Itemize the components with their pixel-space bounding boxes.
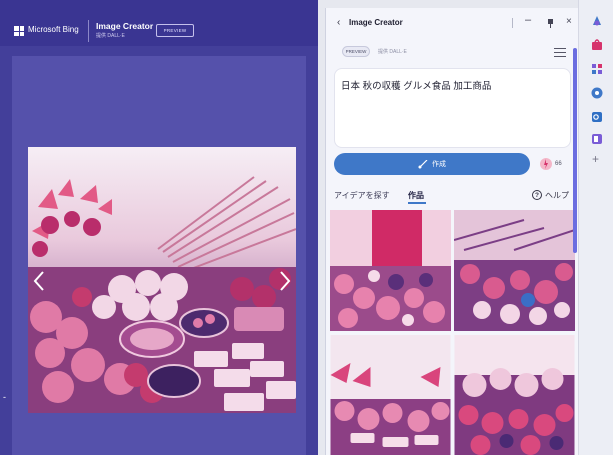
copilot-icon[interactable] — [590, 14, 604, 28]
brush-icon — [418, 159, 428, 168]
active-tab-indicator — [408, 202, 426, 204]
chevron-right-icon[interactable] — [278, 270, 292, 292]
create-button[interactable]: 作成 — [334, 153, 530, 175]
preview-badge: PREVIEW — [156, 24, 194, 37]
preview-chip: PREVIEW — [342, 46, 370, 57]
boost-icon — [540, 158, 552, 170]
tab-creations[interactable]: 作品 — [408, 190, 424, 201]
outlook-icon[interactable] — [590, 110, 604, 124]
close-icon[interactable]: × — [566, 16, 572, 27]
office-icon[interactable] — [590, 132, 604, 146]
dalle-label: 提供 DALL·E — [378, 49, 407, 55]
panel-header: ‹ Image Creator – × — [326, 8, 579, 38]
brand-label[interactable]: Microsoft Bing — [28, 25, 79, 34]
prompt-input[interactable]: 日本 秋の収穫 グルメ食品 加工商品 — [334, 68, 571, 148]
panel-scrollbar-thumb[interactable] — [573, 48, 577, 253]
minus-icon[interactable]: – — [525, 14, 531, 26]
product-subtitle: 提供 DALL·E — [96, 33, 125, 39]
generated-image[interactable] — [28, 147, 296, 413]
chevron-left-icon[interactable]: ‹ — [337, 17, 340, 28]
prompt-text[interactable]: 日本 秋の収穫 グルメ食品 加工商品 — [341, 78, 491, 92]
product-title[interactable]: Image Creator — [96, 21, 153, 31]
shopping-icon[interactable] — [590, 38, 604, 52]
creation-thumbnail[interactable] — [330, 210, 451, 331]
pin-icon[interactable] — [547, 19, 554, 28]
add-sidebar-item-button[interactable]: + — [592, 152, 599, 166]
tools-icon[interactable] — [590, 62, 604, 76]
chevron-left-icon[interactable] — [32, 270, 46, 292]
create-label: 作成 — [432, 161, 446, 168]
question-icon[interactable]: ? — [532, 190, 542, 200]
microsoft-logo-icon[interactable] — [14, 26, 24, 36]
creation-thumbnail[interactable] — [330, 335, 451, 455]
brand-divider — [88, 20, 89, 42]
header-divider — [512, 18, 513, 28]
image-creator-sidebar: ‹ Image Creator – × PREVIEW 提供 DALL·E 日本… — [325, 8, 578, 455]
edge-mark: - — [3, 392, 6, 402]
creation-thumbnail[interactable] — [454, 335, 575, 455]
hamburger-icon[interactable] — [554, 48, 566, 57]
creation-thumbnail[interactable] — [454, 210, 575, 331]
panel-title: Image Creator — [349, 18, 403, 27]
boost-count: 66 — [555, 161, 562, 167]
help-link[interactable]: ヘルプ — [545, 190, 569, 201]
games-icon[interactable] — [590, 86, 604, 100]
tab-explore-ideas[interactable]: アイデアを探す — [334, 190, 390, 201]
top-bar — [0, 0, 318, 46]
